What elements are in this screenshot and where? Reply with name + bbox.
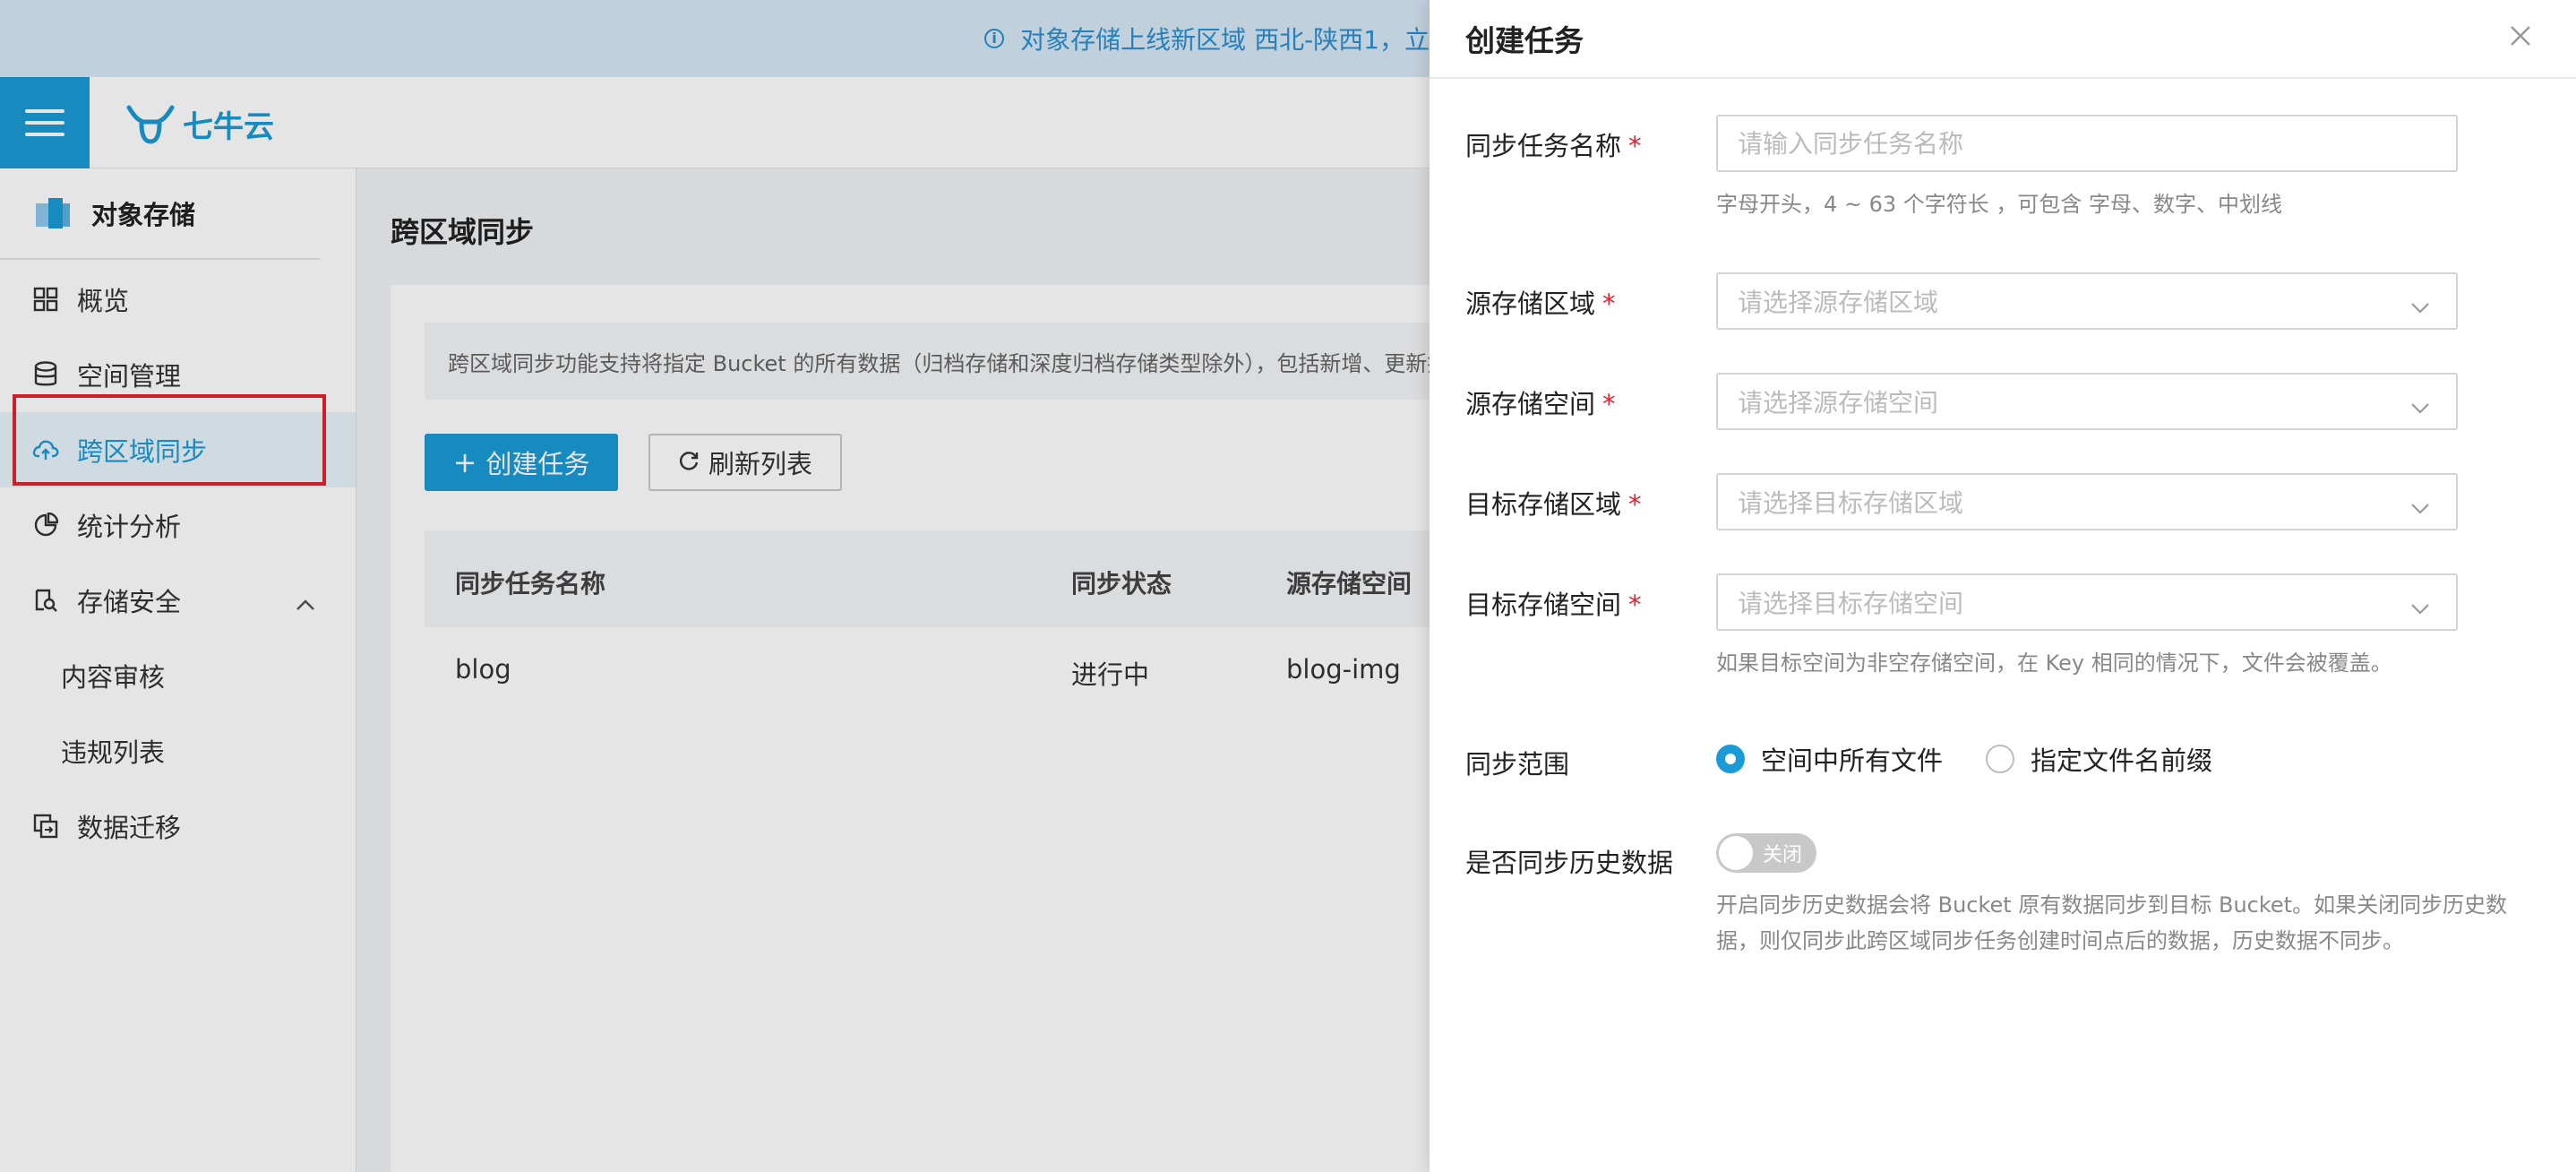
sync-history-label: 是否同步历史数据 — [1465, 848, 1674, 878]
source-region-select[interactable]: 请选择源存储区域 — [1716, 272, 2458, 330]
target-region-placeholder: 请选择目标存储区域 — [1738, 488, 1964, 518]
modal-overlay-mask[interactable] — [0, 0, 1430, 1172]
sync-history-toggle[interactable]: 关闭 — [1716, 833, 1816, 873]
target-bucket-placeholder: 请选择目标存储空间 — [1738, 589, 1964, 618]
sync-scope-radio-group: 空间中所有文件 指定文件名前缀 — [1716, 740, 2255, 778]
required-asterisk: * — [1602, 389, 1616, 419]
required-asterisk: * — [1602, 289, 1616, 319]
chevron-down-icon — [2409, 493, 2431, 522]
radio-unchecked-icon — [1986, 745, 2015, 773]
source-region-label: 源存储区域 * — [1465, 289, 1616, 319]
required-asterisk: * — [1628, 131, 1642, 161]
sync-history-hint-line1: 开启同步历史数据会将 Bucket 原有数据同步到目标 Bucket。如果关闭同… — [1716, 892, 2508, 918]
toggle-text: 关闭 — [1762, 844, 1802, 866]
radio-all-files[interactable]: 空间中所有文件 — [1716, 740, 1943, 778]
target-bucket-hint: 如果目标空间为非空存储空间，在 Key 相同的情况下，文件会被覆盖。 — [1716, 651, 2392, 676]
target-bucket-label: 目标存储空间 * — [1465, 590, 1642, 620]
radio-prefix[interactable]: 指定文件名前缀 — [1986, 740, 2212, 778]
target-region-select[interactable]: 请选择目标存储区域 — [1716, 473, 2458, 530]
sync-scope-label: 同步范围 — [1465, 749, 1570, 780]
chevron-down-icon — [2409, 292, 2431, 322]
drawer-header: 创建任务 — [1430, 0, 2576, 79]
task-name-label: 同步任务名称 * — [1465, 131, 1642, 161]
task-name-input[interactable] — [1738, 116, 2456, 170]
create-task-drawer: 创建任务 同步任务名称* 字母开头，4 ~ 63 个字符长 ，可包含 字母、数字… — [1430, 0, 2576, 1172]
chevron-down-icon — [2409, 593, 2431, 623]
task-name-hint: 字母开头，4 ~ 63 个字符长 ，可包含 字母、数字、中划线 — [1716, 192, 2283, 217]
source-bucket-placeholder: 请选择源存储空间 — [1738, 388, 1939, 418]
close-icon[interactable] — [2501, 16, 2540, 56]
source-region-placeholder: 请选择源存储区域 — [1738, 288, 1939, 317]
target-bucket-select[interactable]: 请选择目标存储空间 — [1716, 573, 2458, 631]
task-name-field[interactable] — [1716, 115, 2458, 172]
radio-checked-icon — [1716, 745, 1745, 773]
required-asterisk: * — [1628, 489, 1642, 520]
target-region-label: 目标存储区域 * — [1465, 489, 1642, 520]
source-bucket-label: 源存储空间 * — [1465, 389, 1616, 419]
drawer-title: 创建任务 — [1465, 23, 1584, 58]
sync-history-hint-line2: 据，则仅同步此跨区域同步任务创建时间点后的数据，历史数据不同步。 — [1716, 928, 2404, 953]
chevron-down-icon — [2409, 392, 2431, 422]
required-asterisk: * — [1628, 590, 1642, 620]
source-bucket-select[interactable]: 请选择源存储空间 — [1716, 373, 2458, 430]
toggle-knob — [1719, 836, 1753, 870]
